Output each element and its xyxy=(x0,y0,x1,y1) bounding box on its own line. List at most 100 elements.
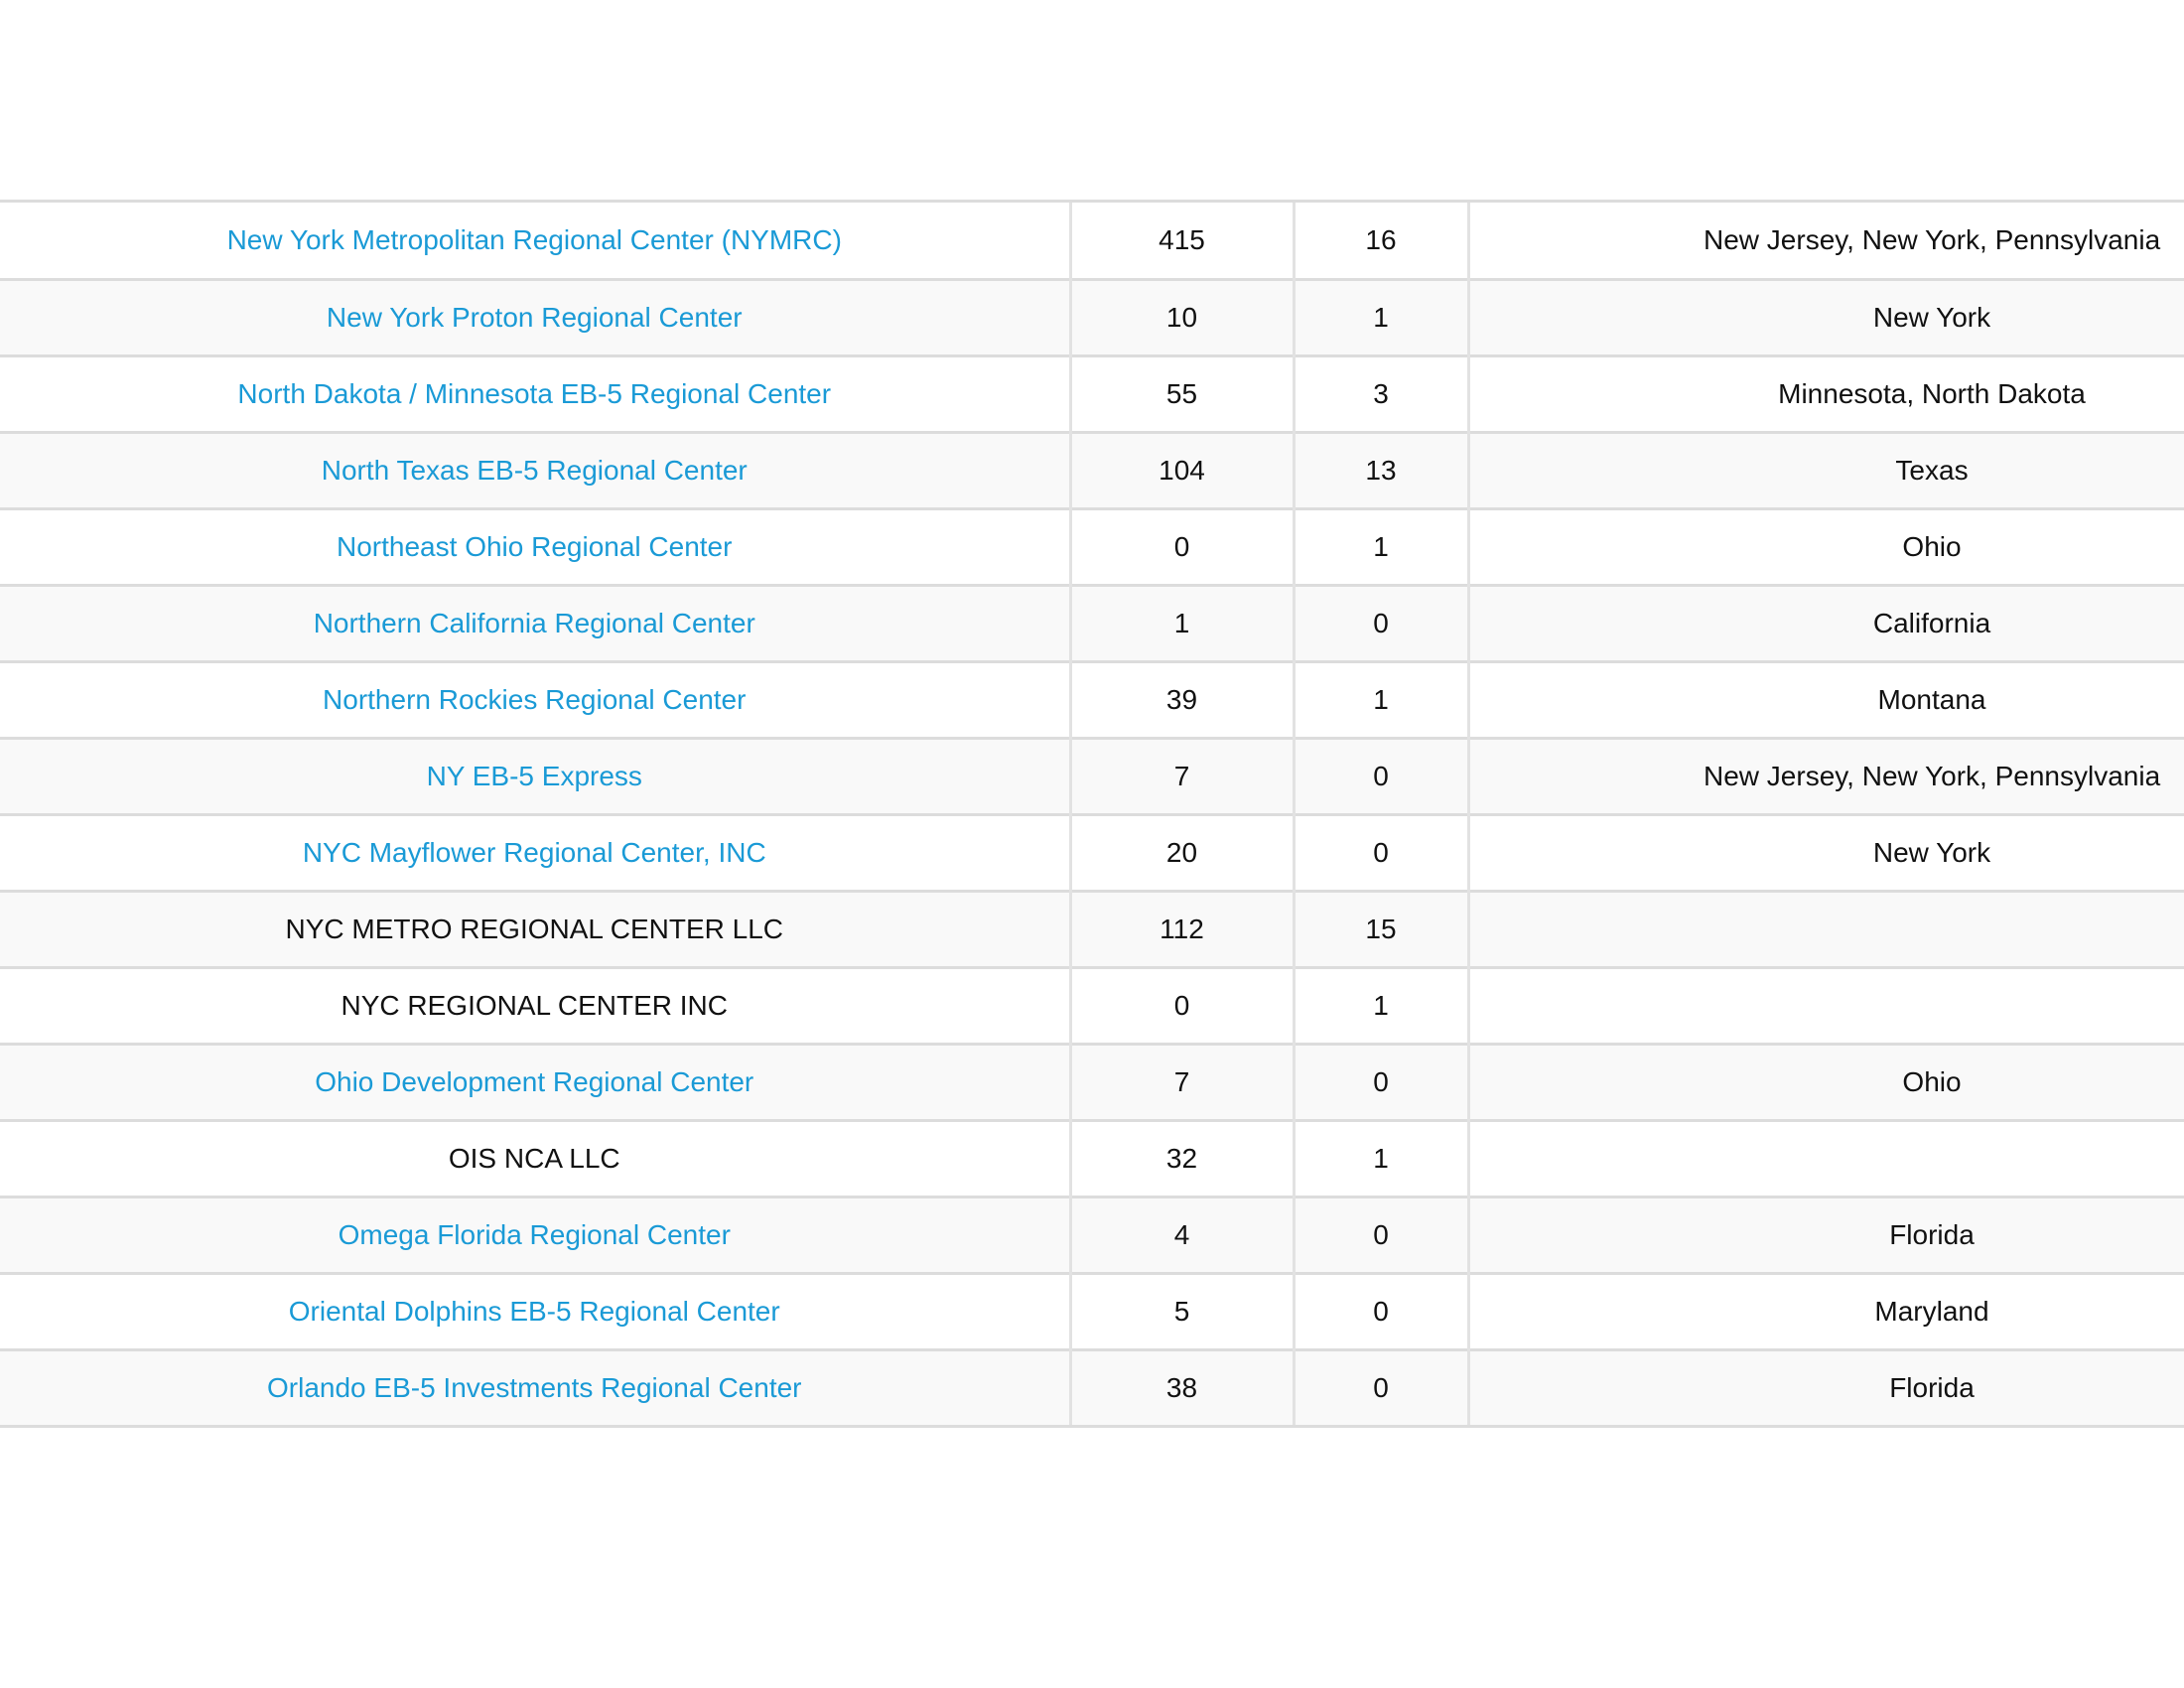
regional-center-name-cell: Northern Rockies Regional Center xyxy=(0,659,1070,739)
value1: 7 xyxy=(1173,1065,1190,1097)
value2: 13 xyxy=(1365,454,1397,486)
value1-cell: 112 xyxy=(1068,889,1294,968)
table-row: NYC Mayflower Regional Center, INC 20 0 New… xyxy=(0,812,2184,892)
regional-center-link[interactable]: NYC Mayflower Regional Center, INC xyxy=(303,837,766,868)
value1-cell: 415 xyxy=(1068,203,1294,280)
regional-centers-table-wrapper: New York Metropolitan Regional Center (N… xyxy=(0,200,2184,1428)
value2-cell: 15 xyxy=(1292,889,1468,968)
regional-center-name-cell: NY EB-5 Express xyxy=(0,736,1070,815)
table-row: Ohio Development Regional Center 7 0 Ohio xyxy=(0,1042,2184,1121)
value1: 39 xyxy=(1165,683,1198,715)
regional-center-name-cell: Ohio Development Regional Center xyxy=(0,1042,1070,1121)
states-cell: California xyxy=(1466,583,2184,662)
value2: 0 xyxy=(1373,836,1389,868)
value1: 104 xyxy=(1159,454,1205,486)
value1-cell: 55 xyxy=(1068,353,1294,433)
regional-center-name-cell: North Texas EB-5 Regional Center xyxy=(0,430,1070,509)
value1: 10 xyxy=(1165,301,1198,333)
regional-center-link[interactable]: North Dakota / Minnesota EB-5 Regional C… xyxy=(237,378,831,409)
value1: 112 xyxy=(1160,913,1204,944)
states-text: California xyxy=(1872,607,1991,638)
regional-center-link[interactable]: Oriental Dolphins EB-5 Regional Center xyxy=(289,1296,780,1327)
value2-cell: 0 xyxy=(1292,583,1468,662)
regional-center-name-cell: NYC METRO REGIONAL CENTER LLC xyxy=(0,889,1070,968)
value1: 4 xyxy=(1173,1218,1190,1250)
states-text: Ohio xyxy=(1902,530,1962,562)
regional-center-name-cell: Northeast Ohio Regional Center xyxy=(0,506,1070,586)
states-cell: New York xyxy=(1466,812,2184,892)
value2-cell: 1 xyxy=(1292,659,1468,739)
states-text: New York xyxy=(1872,301,1991,333)
regional-center-name: NYC METRO REGIONAL CENTER LLC xyxy=(285,913,783,944)
value2-cell: 3 xyxy=(1292,353,1468,433)
regional-center-name: NYC REGIONAL CENTER INC xyxy=(341,989,728,1021)
states-cell xyxy=(1466,1118,2184,1197)
value1: 415 xyxy=(1159,223,1205,255)
value1-cell: 104 xyxy=(1068,430,1294,509)
states-cell: Minnesota, North Dakota xyxy=(1466,353,2184,433)
value2-cell: 13 xyxy=(1292,430,1468,509)
table-row: OIS NCA LLC 32 1 xyxy=(0,1118,2184,1197)
states-text: Maryland xyxy=(1874,1295,1989,1327)
table-row: New York Metropolitan Regional Center (N… xyxy=(0,203,2184,280)
value1: 0 xyxy=(1173,530,1190,562)
value2: 0 xyxy=(1373,1065,1389,1097)
value1: 7 xyxy=(1173,760,1190,791)
table-row: Oriental Dolphins EB-5 Regional Center 5 0… xyxy=(0,1271,2184,1350)
value1: 38 xyxy=(1165,1371,1198,1403)
value1-cell: 7 xyxy=(1068,736,1294,815)
regional-center-link[interactable]: Orlando EB-5 Investments Regional Center xyxy=(267,1372,802,1403)
states-cell: Florida xyxy=(1466,1195,2184,1274)
value2-cell: 1 xyxy=(1292,1118,1468,1197)
value2: 16 xyxy=(1365,223,1397,255)
value2: 3 xyxy=(1373,377,1389,409)
value1: 55 xyxy=(1165,377,1198,409)
table-row: Northern Rockies Regional Center 39 1 Monta… xyxy=(0,659,2184,739)
regional-center-link[interactable]: New York Proton Regional Center xyxy=(327,302,743,333)
regional-center-link[interactable]: Omega Florida Regional Center xyxy=(339,1219,731,1250)
value2: 0 xyxy=(1373,760,1389,791)
states-cell: Montana xyxy=(1466,659,2184,739)
value1: 0 xyxy=(1173,989,1190,1021)
table-row: Northern California Regional Center 1 0 Cal… xyxy=(0,583,2184,662)
regional-center-name-cell: North Dakota / Minnesota EB-5 Regional C… xyxy=(0,353,1070,433)
states-text: Montana xyxy=(1877,683,1986,715)
table-row: North Dakota / Minnesota EB-5 Regional C… xyxy=(0,353,2184,433)
regional-center-link[interactable]: New York Metropolitan Regional Center (N… xyxy=(227,224,842,255)
regional-center-name-cell: New York Proton Regional Center xyxy=(0,277,1070,356)
states-cell: Texas xyxy=(1466,430,2184,509)
value2-cell: 0 xyxy=(1292,1271,1468,1350)
table-row: Omega Florida Regional Center 4 0 Florida xyxy=(0,1195,2184,1274)
value2-cell: 0 xyxy=(1292,812,1468,892)
table-row: Northeast Ohio Regional Center 0 1 Ohio xyxy=(0,506,2184,586)
states-cell: New Jersey, New York, Pennsylvania xyxy=(1466,203,2184,280)
states-cell: Ohio xyxy=(1466,1042,2184,1121)
regional-center-link[interactable]: Northern California Regional Center xyxy=(314,608,755,638)
states-text: Minnesota, North Dakota xyxy=(1778,377,2086,409)
value1: 32 xyxy=(1165,1142,1198,1174)
value1: 5 xyxy=(1173,1295,1190,1327)
regional-center-link[interactable]: NY EB-5 Express xyxy=(427,761,642,791)
value2-cell: 1 xyxy=(1292,965,1468,1045)
value2-cell: 0 xyxy=(1292,736,1468,815)
regional-center-name-cell: Omega Florida Regional Center xyxy=(0,1195,1070,1274)
states-cell: New York xyxy=(1466,277,2184,356)
table-body: New York Metropolitan Regional Center (N… xyxy=(0,203,2184,1428)
regional-center-link[interactable]: Ohio Development Regional Center xyxy=(315,1066,753,1097)
regional-center-name-cell: Northern California Regional Center xyxy=(0,583,1070,662)
value2-cell: 0 xyxy=(1292,1195,1468,1274)
value1-cell: 5 xyxy=(1068,1271,1294,1350)
value2-cell: 1 xyxy=(1292,506,1468,586)
regional-center-link[interactable]: Northeast Ohio Regional Center xyxy=(337,531,732,562)
value1-cell: 4 xyxy=(1068,1195,1294,1274)
value1-cell: 0 xyxy=(1068,965,1294,1045)
regional-center-link[interactable]: North Texas EB-5 Regional Center xyxy=(322,455,748,486)
value1-cell: 38 xyxy=(1068,1347,1294,1428)
table-row: NYC METRO REGIONAL CENTER LLC 112 15 xyxy=(0,889,2184,968)
value2: 0 xyxy=(1373,607,1389,638)
value2: 15 xyxy=(1365,913,1397,944)
table-row: NY EB-5 Express 7 0 New Jersey, New York, P… xyxy=(0,736,2184,815)
regional-center-link[interactable]: Northern Rockies Regional Center xyxy=(323,684,746,715)
value1: 1 xyxy=(1173,607,1190,638)
value1-cell: 32 xyxy=(1068,1118,1294,1197)
